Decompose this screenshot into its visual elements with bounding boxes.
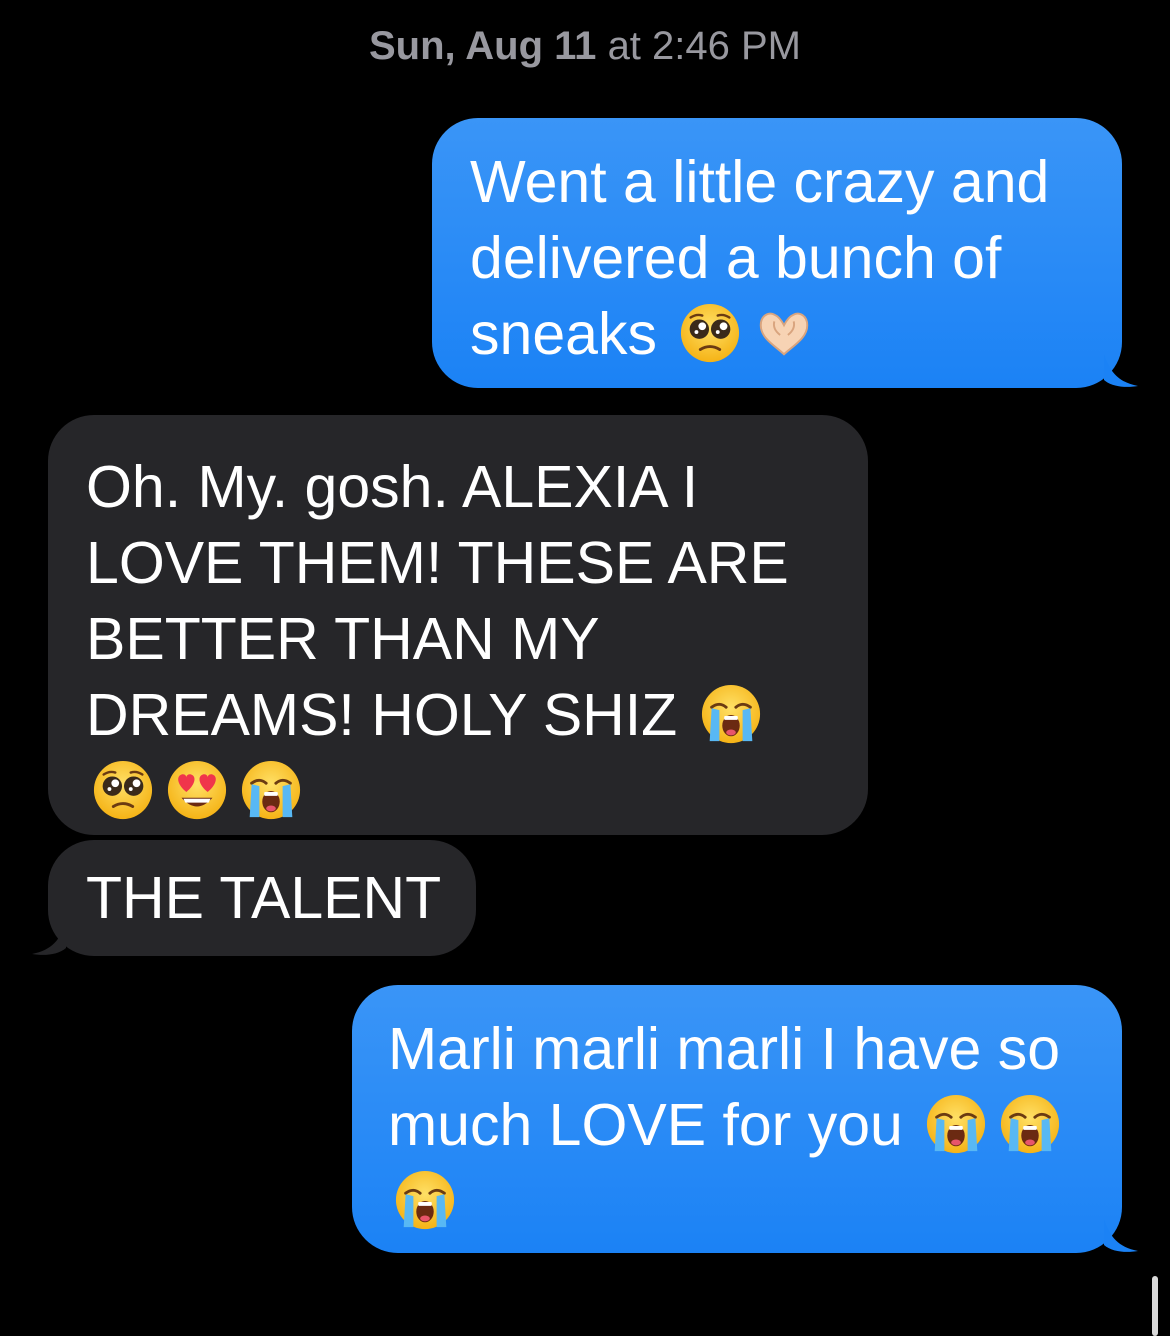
incoming-message-bubble[interactable]: THE TALENT [32,840,476,956]
heart-eyes-face-icon [166,759,228,821]
message-text: THE TALENT [86,865,442,931]
loudly-crying-face-icon [925,1093,987,1155]
message-timestamp: Sun, Aug 11 at 2:46 PM [0,24,1170,69]
pleading-face-icon [679,302,741,364]
heart-hands-icon [753,302,815,364]
message-text: Oh. My. gosh. ALEXIA I LOVE THEM! THESE … [86,454,789,748]
scrollbar[interactable] [1152,1276,1158,1336]
incoming-message-bubble[interactable]: Oh. My. gosh. ALEXIA I LOVE THEM! THESE … [48,415,868,835]
timestamp-time: at 2:46 PM [607,24,801,68]
loudly-crying-face-icon [240,759,302,821]
loudly-crying-face-icon [394,1169,456,1231]
outgoing-message-bubble[interactable]: Marli marli marli I have so much LOVE fo… [352,985,1138,1253]
bubble-tail [1104,354,1138,387]
loudly-crying-face-icon [700,683,762,745]
bubble-tail [1104,1219,1138,1252]
bubble-tail [32,922,66,955]
outgoing-message-bubble[interactable]: Went a little crazy and delivered a bunc… [432,118,1138,388]
timestamp-day: Sun, Aug 11 [368,24,597,68]
pleading-face-icon [92,759,154,821]
loudly-crying-face-icon [999,1093,1061,1155]
